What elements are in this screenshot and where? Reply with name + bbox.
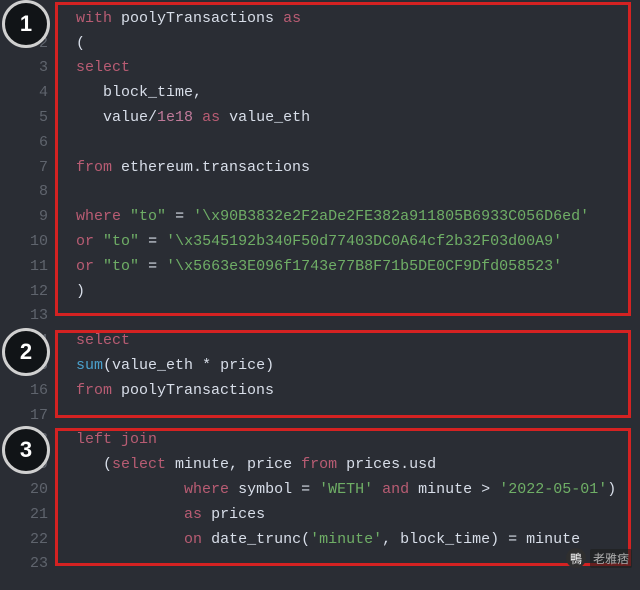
line-number: 13 [0, 307, 58, 324]
code-content: or "to" = '\x3545192b340F50d77403DC0A64c… [58, 233, 562, 250]
code-line: 13 [0, 304, 640, 329]
code-line: 2 ( [0, 31, 640, 56]
code-content: on date_trunc('minute', block_time) = mi… [58, 531, 580, 548]
code-line: 9 where "to" = '\x90B3832e2F2aDe2FE382a9… [0, 204, 640, 229]
code-line: 12 ) [0, 279, 640, 304]
code-content: from poolyTransactions [58, 382, 274, 399]
code-line: 6 [0, 130, 640, 155]
code-line: 16 from poolyTransactions [0, 378, 640, 403]
line-number: 23 [0, 555, 58, 572]
line-number: 11 [0, 258, 58, 275]
code-line: 1 with poolyTransactions as [0, 6, 640, 31]
code-line: 7 from ethereum.transactions [0, 155, 640, 180]
line-number: 4 [0, 84, 58, 101]
code-content: select [58, 59, 130, 76]
code-content: or "to" = '\x5663e3E096f1743e77B8F71b5DE… [58, 258, 562, 275]
code-content: ) [58, 283, 85, 300]
code-content [58, 134, 76, 151]
line-number: 21 [0, 506, 58, 523]
line-number: 3 [0, 59, 58, 76]
code-line: 14 select [0, 328, 640, 353]
code-lines: 1 with poolyTransactions as2 (3 select4 … [0, 0, 640, 576]
code-line: 22 on date_trunc('minute', block_time) =… [0, 527, 640, 552]
code-line: 17 [0, 403, 640, 428]
code-content: ( [58, 35, 85, 52]
code-content: select [58, 332, 130, 349]
code-editor: 1 with poolyTransactions as2 (3 select4 … [0, 0, 640, 590]
line-number: 10 [0, 233, 58, 250]
code-line: 8 [0, 180, 640, 205]
line-number: 19 [0, 456, 58, 473]
code-line: 10 or "to" = '\x3545192b340F50d77403DC0A… [0, 229, 640, 254]
code-content [58, 555, 76, 572]
code-content: where symbol = 'WETH' and minute > '2022… [58, 481, 616, 498]
code-line: 5 value/1e18 as value_eth [0, 105, 640, 130]
code-content: block_time, [58, 84, 202, 101]
line-number: 15 [0, 357, 58, 374]
code-line: 15 sum(value_eth * price) [0, 353, 640, 378]
code-line: 3 select [0, 56, 640, 81]
line-number: 5 [0, 109, 58, 126]
code-content: from ethereum.transactions [58, 159, 310, 176]
line-number: 7 [0, 159, 58, 176]
code-content [58, 183, 76, 200]
line-number: 2 [0, 35, 58, 52]
code-line: 19 (select minute, price from prices.usd [0, 452, 640, 477]
code-line: 20 where symbol = 'WETH' and minute > '2… [0, 477, 640, 502]
code-line: 11 or "to" = '\x5663e3E096f1743e77B8F71b… [0, 254, 640, 279]
line-number: 14 [0, 332, 58, 349]
code-content [58, 307, 76, 324]
code-line: 18 left join [0, 428, 640, 453]
line-number: 18 [0, 431, 58, 448]
line-number: 17 [0, 407, 58, 424]
code-content: value/1e18 as value_eth [58, 109, 310, 126]
line-number: 16 [0, 382, 58, 399]
line-number: 8 [0, 183, 58, 200]
code-content: with poolyTransactions as [58, 10, 301, 27]
code-content: as prices [58, 506, 265, 523]
line-number: 12 [0, 283, 58, 300]
line-number: 20 [0, 481, 58, 498]
code-content: left join [58, 431, 157, 448]
code-content: sum(value_eth * price) [58, 357, 274, 374]
line-number: 22 [0, 531, 58, 548]
line-number: 9 [0, 208, 58, 225]
line-number: 6 [0, 134, 58, 151]
code-line: 23 [0, 552, 640, 577]
code-content [58, 407, 76, 424]
code-content: where "to" = '\x90B3832e2F2aDe2FE382a911… [58, 208, 589, 225]
code-line: 21 as prices [0, 502, 640, 527]
code-content: (select minute, price from prices.usd [58, 456, 436, 473]
code-line: 4 block_time, [0, 80, 640, 105]
line-number: 1 [0, 10, 58, 27]
